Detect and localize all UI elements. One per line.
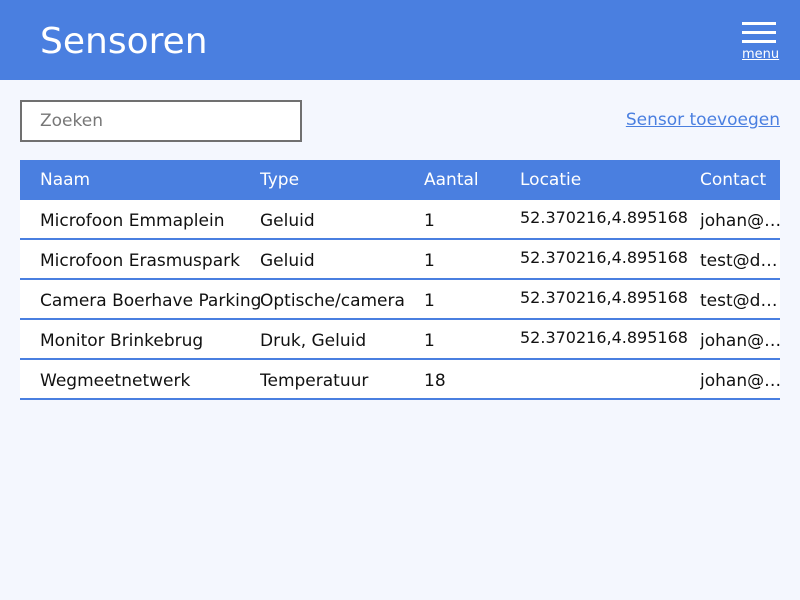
- column-header-aantal[interactable]: Aantal: [424, 160, 514, 200]
- cell-locatie: 52.370216,4.895168: [520, 288, 688, 307]
- search-input[interactable]: [22, 102, 280, 140]
- cell-type: Druk, Geluid: [260, 331, 367, 351]
- cell-type: Temperatuur: [260, 371, 369, 391]
- column-header-locatie[interactable]: Locatie: [520, 160, 700, 200]
- cell-contact: johan@…: [700, 371, 780, 391]
- page-title: Sensoren: [40, 21, 208, 62]
- cell-naam: Monitor Brinkebrug: [40, 331, 204, 351]
- cell-aantal: 18: [424, 371, 446, 391]
- cell-locatie: 52.370216,4.895168: [520, 248, 688, 267]
- table-row[interactable]: Microfoon Erasmuspark Geluid 1 52.370216…: [20, 240, 780, 280]
- cell-naam: Microfoon Erasmuspark: [40, 251, 240, 271]
- cell-contact: johan@…: [700, 331, 780, 351]
- hamburger-bar: [742, 22, 776, 25]
- cell-naam: Wegmeetnetwerk: [40, 371, 191, 391]
- cell-contact: johan@…: [700, 211, 780, 231]
- cell-contact: test@d…: [700, 251, 778, 271]
- table-row[interactable]: Wegmeetnetwerk Temperatuur 18 johan@…: [20, 360, 780, 400]
- cell-aantal: 1: [424, 211, 435, 231]
- cell-locatie: 52.370216,4.895168: [520, 328, 688, 347]
- column-header-type[interactable]: Type: [260, 160, 420, 200]
- cell-type: Optische/camera: [260, 291, 405, 311]
- table-row[interactable]: Camera Boerhave Parking Optische/camera …: [20, 280, 780, 320]
- sensor-table: Naam Type Aantal Locatie Contact Microfo…: [20, 160, 780, 400]
- table-header: Naam Type Aantal Locatie Contact: [20, 160, 780, 200]
- column-header-contact[interactable]: Contact: [700, 160, 780, 200]
- menu-button[interactable]: menu: [742, 22, 780, 66]
- cell-aantal: 1: [424, 251, 435, 271]
- cell-naam: Camera Boerhave Parking: [40, 291, 262, 311]
- search-box[interactable]: [20, 100, 302, 142]
- menu-label: menu: [742, 47, 780, 62]
- cell-naam: Microfoon Emmaplein: [40, 211, 225, 231]
- cell-aantal: 1: [424, 291, 435, 311]
- cell-contact: test@d…: [700, 291, 778, 311]
- cell-locatie: 52.370216,4.895168: [520, 208, 688, 227]
- table-row[interactable]: Microfoon Emmaplein Geluid 1 52.370216,4…: [20, 200, 780, 240]
- add-sensor-link[interactable]: Sensor toevoegen: [626, 108, 780, 132]
- hamburger-bar: [742, 31, 776, 34]
- column-header-naam[interactable]: Naam: [40, 160, 260, 200]
- table-row[interactable]: Monitor Brinkebrug Druk, Geluid 1 52.370…: [20, 320, 780, 360]
- hamburger-bar: [742, 40, 776, 43]
- cell-type: Geluid: [260, 211, 315, 231]
- cell-type: Geluid: [260, 251, 315, 271]
- top-bar: Sensoren menu: [0, 0, 800, 80]
- cell-aantal: 1: [424, 331, 435, 351]
